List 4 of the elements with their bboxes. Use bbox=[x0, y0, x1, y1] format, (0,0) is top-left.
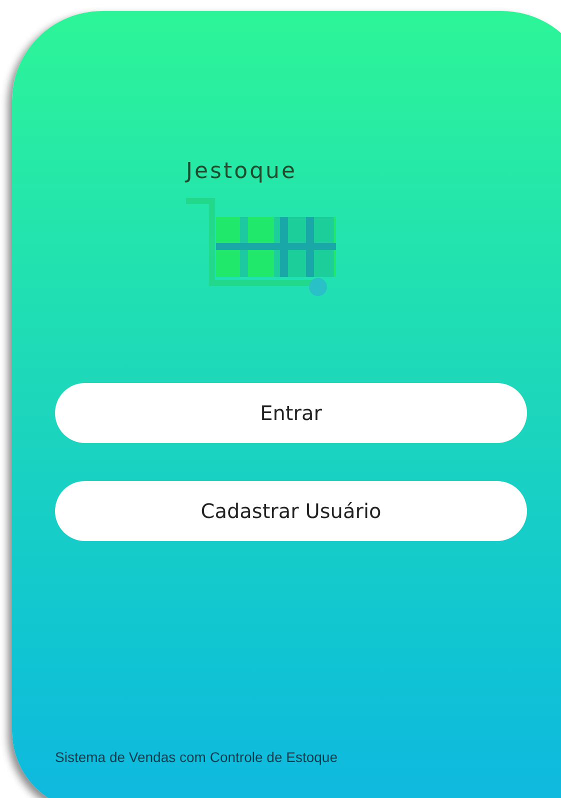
logo-text: Jestoque bbox=[186, 161, 298, 183]
menu-button[interactable]: Entrar bbox=[55, 383, 527, 443]
footer-text: Sistema de Vendas com Controle de Estoque bbox=[55, 748, 339, 767]
menu-button[interactable]: Cadastrar Usuário bbox=[55, 481, 527, 541]
